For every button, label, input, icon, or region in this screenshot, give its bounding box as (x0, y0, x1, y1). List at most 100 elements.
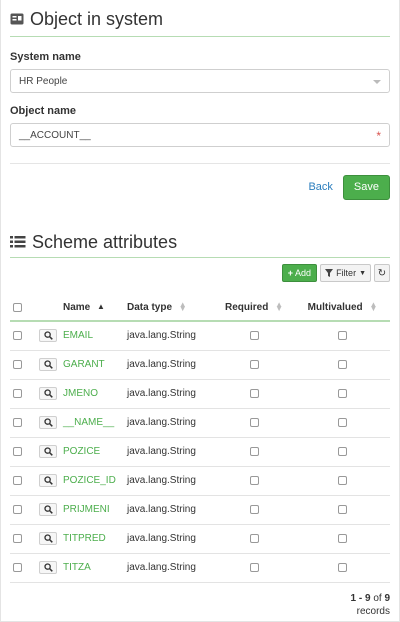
table-row[interactable]: PRIJMENI java.lang.String (10, 495, 390, 525)
pagination-info: 1 - 9 of 9 records (10, 592, 390, 618)
system-name-select[interactable]: HR People (10, 69, 390, 93)
row-detail-cell (36, 379, 60, 409)
system-name-value: HR People (19, 75, 68, 87)
chevron-down-icon (373, 80, 381, 84)
page-title: Object in system (30, 8, 164, 29)
detail-button[interactable] (39, 503, 57, 516)
multivalued-cell (295, 524, 390, 554)
page-header: Object in system (10, 0, 390, 36)
multivalued-checkbox (338, 388, 347, 398)
multivalued-cell (295, 495, 390, 525)
sort-icon: ▲ ▼ (369, 300, 378, 314)
required-cell (213, 495, 295, 525)
table-row[interactable]: JMENO java.lang.String (10, 379, 390, 409)
name-column-header[interactable]: Name ▲ (60, 295, 124, 322)
table-header-row: Name ▲ Data type ▲ ▼ Required ▲ ▼ Multival… (10, 295, 390, 322)
name-cell: GARANT (60, 350, 124, 380)
detail-button[interactable] (39, 358, 57, 371)
back-button[interactable]: Back (308, 181, 332, 193)
row-select-cell (10, 553, 36, 583)
object-name-value: __ACCOUNT__ (19, 129, 91, 141)
pagination-of: of (373, 592, 382, 604)
pagination-range: 1 - 9 (350, 592, 371, 604)
data-type-column-header[interactable]: Data type ▲ ▼ (124, 295, 213, 322)
detail-button[interactable] (39, 329, 57, 343)
attribute-name-link[interactable]: EMAIL (63, 330, 93, 341)
table-row[interactable]: POZICE_ID java.lang.String (10, 466, 390, 496)
search-icon (43, 476, 53, 485)
detail-button[interactable] (39, 561, 57, 574)
multivalued-cell (295, 466, 390, 496)
row-checkbox[interactable] (13, 504, 22, 514)
data-type-cell: java.lang.String (124, 408, 213, 438)
detail-button[interactable] (39, 387, 57, 400)
pagination-total: 9 (384, 592, 390, 604)
row-select-cell (10, 495, 36, 525)
row-checkbox[interactable] (13, 533, 22, 543)
data-type-cell: java.lang.String (124, 437, 213, 467)
attribute-name-link[interactable]: TITPRED (63, 533, 106, 544)
attribute-name-link[interactable]: GARANT (63, 359, 105, 370)
add-button[interactable]: + Add (281, 264, 318, 282)
detail-button[interactable] (39, 474, 57, 487)
pagination-records-label: records (356, 605, 390, 617)
attribute-name-link[interactable]: PRIJMENI (63, 504, 110, 515)
table-row[interactable]: POZICE java.lang.String (10, 437, 390, 467)
required-checkbox (249, 562, 259, 572)
filter-button[interactable]: Filter ▼ (320, 264, 371, 282)
data-type-cell: java.lang.String (124, 350, 213, 380)
row-select-cell (10, 524, 36, 554)
multivalued-checkbox (338, 331, 347, 341)
multivalued-column-label: Multivalued (307, 302, 363, 313)
required-cell (213, 524, 295, 554)
detail-button[interactable] (39, 445, 57, 458)
required-checkbox (249, 388, 259, 398)
required-column-header[interactable]: Required ▲ ▼ (213, 295, 295, 322)
table-row[interactable]: EMAIL java.lang.String (10, 321, 390, 351)
refresh-button[interactable]: ↻ (374, 264, 390, 282)
select-all-checkbox[interactable] (13, 302, 22, 312)
name-cell: PRIJMENI (60, 495, 124, 525)
row-select-cell (10, 466, 36, 496)
data-type-cell: java.lang.String (124, 466, 213, 496)
row-detail-cell (36, 350, 60, 380)
save-button[interactable]: Save (342, 174, 390, 200)
row-detail-cell (36, 321, 60, 351)
row-checkbox[interactable] (13, 331, 22, 341)
table-row[interactable]: TITZA java.lang.String (10, 553, 390, 583)
name-cell: POZICE_ID (60, 466, 124, 496)
multivalued-checkbox (338, 562, 347, 572)
row-checkbox[interactable] (13, 388, 22, 398)
multivalued-cell (295, 350, 390, 380)
attribute-name-link[interactable]: JMENO (63, 388, 98, 399)
table-row[interactable]: TITPRED java.lang.String (10, 524, 390, 554)
detail-button[interactable] (39, 532, 57, 545)
table-row[interactable]: __NAME__ java.lang.String (10, 408, 390, 438)
name-column-label: Name (63, 302, 91, 313)
row-checkbox[interactable] (13, 417, 22, 427)
name-cell: TITZA (60, 553, 124, 583)
row-checkbox[interactable] (13, 475, 22, 485)
row-detail-cell (36, 408, 60, 438)
name-cell: POZICE (60, 437, 124, 467)
row-select-cell (10, 321, 36, 351)
multivalued-checkbox (338, 504, 347, 514)
object-name-field[interactable]: __ACCOUNT__ * (10, 123, 390, 147)
attributes-table: Name ▲ Data type ▲ ▼ Required ▲ ▼ Multival… (10, 295, 390, 583)
attribute-name-link[interactable]: __NAME__ (63, 417, 114, 428)
attribute-name-link[interactable]: TITZA (63, 562, 91, 573)
add-button-label: Add (295, 268, 312, 278)
row-checkbox[interactable] (13, 562, 22, 572)
multivalued-column-header[interactable]: Multivalued ▲ ▼ (295, 295, 390, 322)
required-cell (213, 437, 295, 467)
search-icon (43, 389, 53, 398)
attribute-name-link[interactable]: POZICE_ID (63, 475, 116, 486)
table-row[interactable]: GARANT java.lang.String (10, 350, 390, 380)
attribute-name-link[interactable]: POZICE (63, 446, 100, 457)
attributes-header: Scheme attributes (10, 230, 390, 254)
multivalued-checkbox (338, 533, 347, 543)
title-divider (10, 36, 390, 37)
row-checkbox[interactable] (13, 359, 22, 369)
detail-button[interactable] (39, 416, 57, 429)
row-checkbox[interactable] (13, 446, 22, 456)
